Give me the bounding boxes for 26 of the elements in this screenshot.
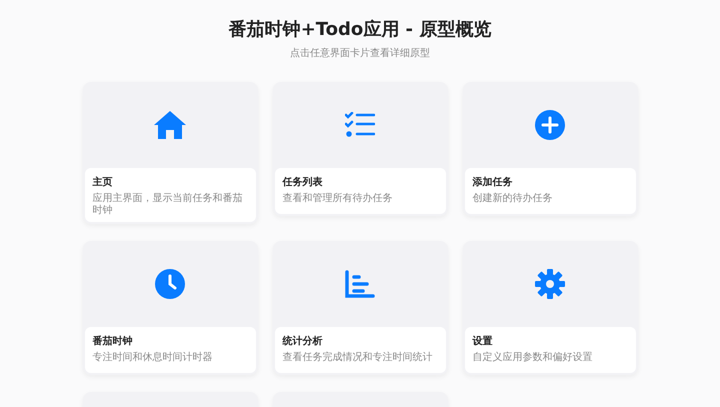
bar-chart-icon xyxy=(345,270,375,298)
screen-card[interactable]: 主页 应用主界面，显示当前任务和番茄时钟 xyxy=(82,82,258,224)
card-title: 番茄时钟 xyxy=(92,335,134,349)
checklist-icon xyxy=(345,112,375,138)
card-description: 专注时间和休息时间计时器 xyxy=(92,352,214,364)
screen-card[interactable]: 添加任务 创建新的待办任务 xyxy=(462,82,638,216)
card-title: 主页 xyxy=(92,176,114,190)
clock-icon xyxy=(155,269,185,299)
card-description: 查看和管理所有待办任务 xyxy=(282,193,394,205)
card-description: 自定义应用参数和偏好设置 xyxy=(472,352,594,364)
card-title: 设置 xyxy=(472,335,494,349)
card-title: 添加任务 xyxy=(472,176,514,190)
card-title: 任务列表 xyxy=(282,176,324,190)
home-icon xyxy=(153,110,187,140)
screen-card[interactable]: 设置 自定义应用参数和偏好设置 xyxy=(462,241,638,375)
page-subtitle: 点击任意界面卡片查看详细原型 xyxy=(289,47,431,60)
card-description: 查看任务完成情况和专注时间统计 xyxy=(282,352,434,364)
screen-card[interactable]: 统计分析 查看任务完成情况和专注时间统计 xyxy=(272,241,448,375)
card-description: 应用主界面，显示当前任务和番茄时钟 xyxy=(92,193,244,217)
add-icon xyxy=(535,110,565,140)
settings-icon xyxy=(535,269,565,299)
screen-card[interactable]: 番茄时钟 专注时间和休息时间计时器 xyxy=(82,241,258,375)
card-description: 创建新的待办任务 xyxy=(472,193,554,205)
screen-card[interactable]: 任务列表 查看和管理所有待办任务 xyxy=(272,82,448,216)
card-title: 统计分析 xyxy=(282,335,324,349)
page-title: 番茄时钟+Todo应用 - 原型概览 xyxy=(228,18,492,42)
